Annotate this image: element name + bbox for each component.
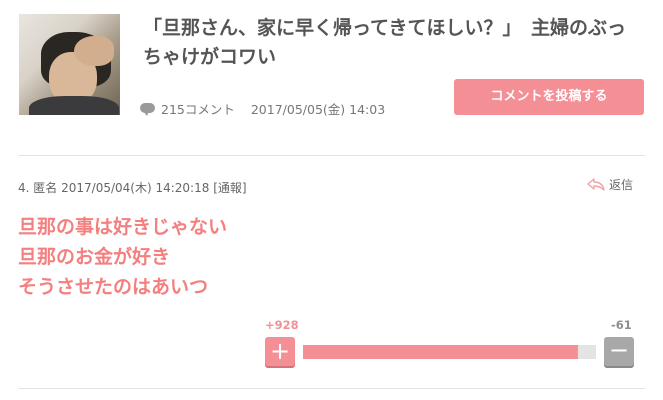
comment-line: そうさせたのはあいつ xyxy=(18,276,209,298)
comment-body: 旦那の事は好きじゃない 旦那のお金が好き そうさせたのはあいつ xyxy=(18,212,227,302)
comment-bubble-icon xyxy=(140,102,155,116)
article-date: 2017/05/05(金) 14:03 xyxy=(250,102,386,117)
comment-line: 旦那のお金が好き xyxy=(18,246,171,268)
article-title[interactable]: 「旦那さん、家に早く帰ってきてほしい？」 主婦のぶっちゃけがコワい xyxy=(143,14,643,72)
comment-count[interactable]: 215コメント xyxy=(161,99,235,118)
report-link[interactable]: [通報] xyxy=(213,181,246,195)
comment-meta: 4. 匿名 2017/05/04(木) 14:20:18 [通報] xyxy=(18,179,247,196)
article-meta: 215コメント 2017/05/05(金) 14:03 xyxy=(140,99,385,118)
vote-ratio-bar xyxy=(303,345,596,359)
article-thumbnail[interactable] xyxy=(19,14,120,115)
plus-icon: + xyxy=(269,337,291,365)
divider xyxy=(18,388,645,389)
minus-icon: − xyxy=(608,336,630,364)
vote-ratio-fill xyxy=(303,345,578,359)
plus-vote-button[interactable]: + xyxy=(265,337,295,366)
post-comment-button[interactable]: コメントを投稿する xyxy=(454,79,644,115)
reply-arrow-icon xyxy=(587,178,605,191)
divider xyxy=(18,155,645,156)
reply-label: 返信 xyxy=(609,178,634,192)
comment-datetime: 2017/05/04(木) 14:20:18 xyxy=(61,181,210,195)
minus-vote-button[interactable]: − xyxy=(604,337,634,366)
comment-author: 匿名 xyxy=(33,181,58,195)
comment-line: 旦那の事は好きじゃない xyxy=(18,216,228,238)
comment-number: 4. xyxy=(18,181,30,195)
plus-count: +928 xyxy=(265,318,299,332)
minus-count: -61 xyxy=(611,318,632,332)
reply-button[interactable]: 返信 xyxy=(587,176,633,193)
